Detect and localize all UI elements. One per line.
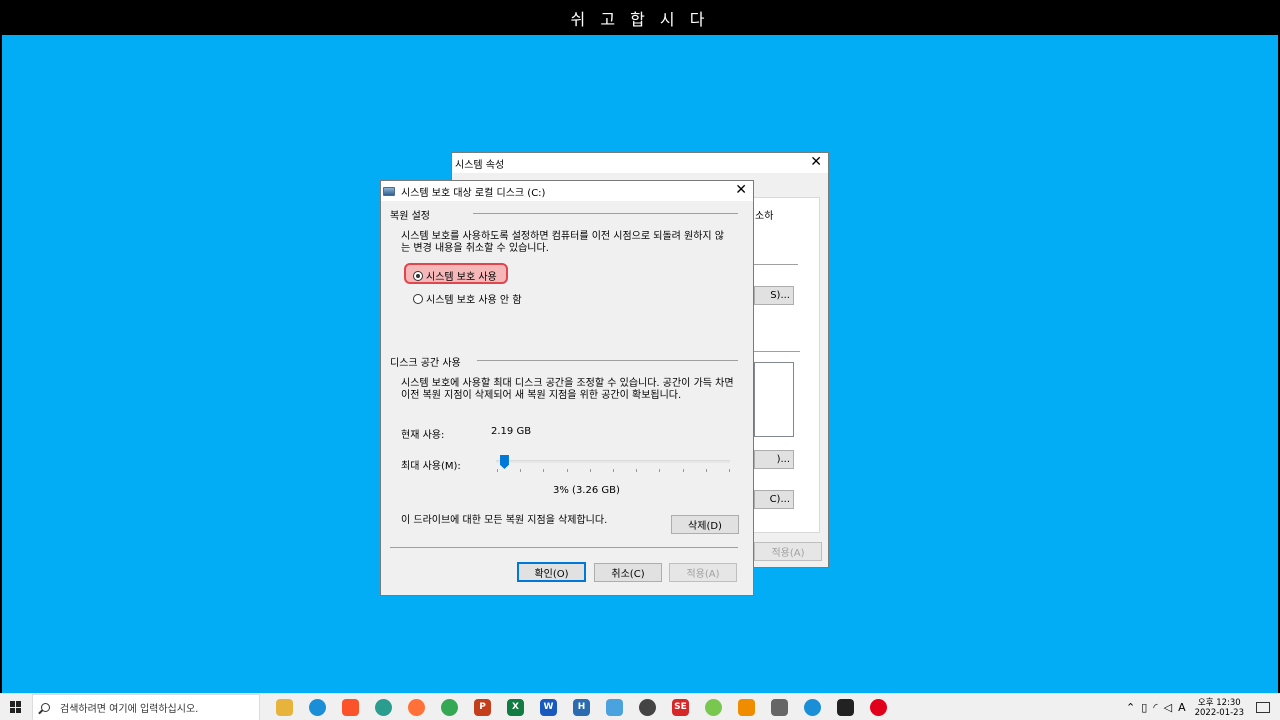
taskbar: 검색하려면 여기에 입력하십시오. P X W H SE ⌃ ▯ ◜ ◁ A 오… [0,693,1280,720]
banner-text: 쉬 고 합 시 다 [570,9,710,29]
vlc-icon[interactable] [738,698,755,716]
hwp-icon[interactable]: H [573,698,590,716]
cancel-button[interactable]: 취소(C) [594,563,662,582]
remote-desktop-icon[interactable] [606,698,623,716]
back-text-fragment: 소하 [755,211,774,222]
firefox-icon[interactable] [408,698,425,716]
file-explorer-icon[interactable] [276,698,293,716]
radio-enable-protection[interactable]: 시스템 보호 사용 [413,268,497,283]
back-button-2[interactable]: )... [754,450,794,469]
powerpoint-icon[interactable]: P [474,698,491,716]
clock-time: 오후 12:30 [1197,697,1241,708]
close-icon[interactable]: ✕ [810,155,822,169]
chrome-icon[interactable] [441,698,458,716]
current-usage-label: 현재 사용: [401,430,445,441]
edge-icon[interactable] [804,698,821,716]
back-button-3[interactable]: C)... [754,490,794,509]
opera-icon[interactable] [870,698,887,716]
search-placeholder: 검색하려면 여기에 입력하십시오. [60,703,199,715]
dialog-titlebar[interactable]: 시스템 보호 대상 로컬 디스크 (C:) ✕ [381,181,753,201]
taskbar-apps: P X W H SE [268,698,895,716]
max-usage-value: 3% (3.26 GB) [553,485,620,496]
clock-date: 2022-01-23 [1194,707,1244,718]
slider-tick [543,469,545,472]
max-usage-slider[interactable] [496,460,730,463]
volume-icon[interactable]: ◁ [1164,701,1172,714]
slider-tick [520,469,522,472]
slider-tick [729,469,730,472]
calculator-icon[interactable] [771,698,788,716]
back-separator [754,264,798,265]
restore-description-2: 는 변경 내용을 취소할 수 있습니다. [401,243,549,254]
slider-tick [682,469,684,472]
apply-button[interactable]: 적용(A) [669,563,737,582]
notification-icon[interactable] [1256,702,1270,713]
chevron-up-icon[interactable]: ⌃ [1126,701,1135,714]
slider-tick [497,469,498,472]
drive-icon [383,186,395,196]
delete-description: 이 드라이브에 대한 모든 복원 지점을 삭제합니다. [401,515,608,526]
app-icon[interactable] [375,698,392,716]
slider-tick [659,469,661,472]
ok-button[interactable]: 확인(O) [517,562,586,582]
excel-icon[interactable]: X [507,698,524,716]
radio-button-checked[interactable] [413,270,423,281]
disk-separator [477,360,738,361]
sticky-notes-icon[interactable] [837,698,854,716]
back-list[interactable] [754,362,794,437]
dialog-title: 시스템 보호 대상 로컬 디스크 (C:) [401,187,546,199]
start-button[interactable] [0,694,32,720]
app-icon[interactable] [705,698,722,716]
system-properties-title: 시스템 속성 [455,159,505,171]
disk-description-1: 시스템 보호에 사용할 최대 디스크 공간을 조정할 수 있습니다. 공간이 가… [401,378,734,389]
slider-tick [589,469,591,472]
disk-usage-heading: 디스크 공간 사용 [390,358,461,369]
current-usage-value: 2.19 GB [491,426,532,437]
restore-settings-heading: 복원 설정 [390,211,430,222]
magnifier-icon[interactable] [639,698,656,716]
close-icon[interactable]: ✕ [735,183,747,197]
wifi-icon[interactable]: ◜ [1153,701,1157,714]
brave-icon[interactable] [342,698,359,716]
radio-button[interactable] [413,293,423,304]
radio-label: 시스템 보호 사용 [426,272,497,283]
search-icon [41,702,50,712]
slider-tick [613,469,614,472]
restore-description-1: 시스템 보호를 사용하도록 설정하면 컴퓨터를 이전 시점으로 되돌려 원하지 … [401,231,725,242]
delete-button[interactable]: 삭제(D) [671,515,739,534]
slider-tick [705,469,707,472]
disk-description-2: 이전 복원 지점이 삭제되어 새 복원 지점을 위한 공간이 확보됩니다. [401,390,682,401]
radio-label: 시스템 보호 사용 안 함 [426,295,522,306]
max-usage-label: 최대 사용(M): [401,461,461,472]
top-banner: 쉬 고 합 시 다 [0,0,1280,35]
windows-icon [10,701,22,713]
footer-separator [390,547,738,548]
clock[interactable]: 오후 12:30 2022-01-23 [1195,698,1244,718]
system-properties-titlebar[interactable]: 시스템 속성 [452,153,828,173]
back-separator [754,351,800,352]
battery-icon[interactable]: ▯ [1141,701,1147,714]
edge-icon[interactable] [309,698,326,716]
system-tray: ⌃ ▯ ◜ ◁ A 오후 12:30 2022-01-23 [1123,694,1280,720]
restore-separator [473,213,738,214]
word-icon[interactable]: W [540,698,557,716]
se-icon[interactable]: SE [672,698,689,716]
radio-disable-protection[interactable]: 시스템 보호 사용 안 함 [413,291,522,306]
back-button-1[interactable]: S)... [754,286,794,305]
taskbar-search[interactable]: 검색하려면 여기에 입력하십시오. [32,693,260,720]
ime-indicator[interactable]: A [1178,701,1186,714]
back-apply-button[interactable]: 적용(A) [754,542,822,561]
slider-tick [566,469,568,472]
slider-tick [636,469,638,472]
